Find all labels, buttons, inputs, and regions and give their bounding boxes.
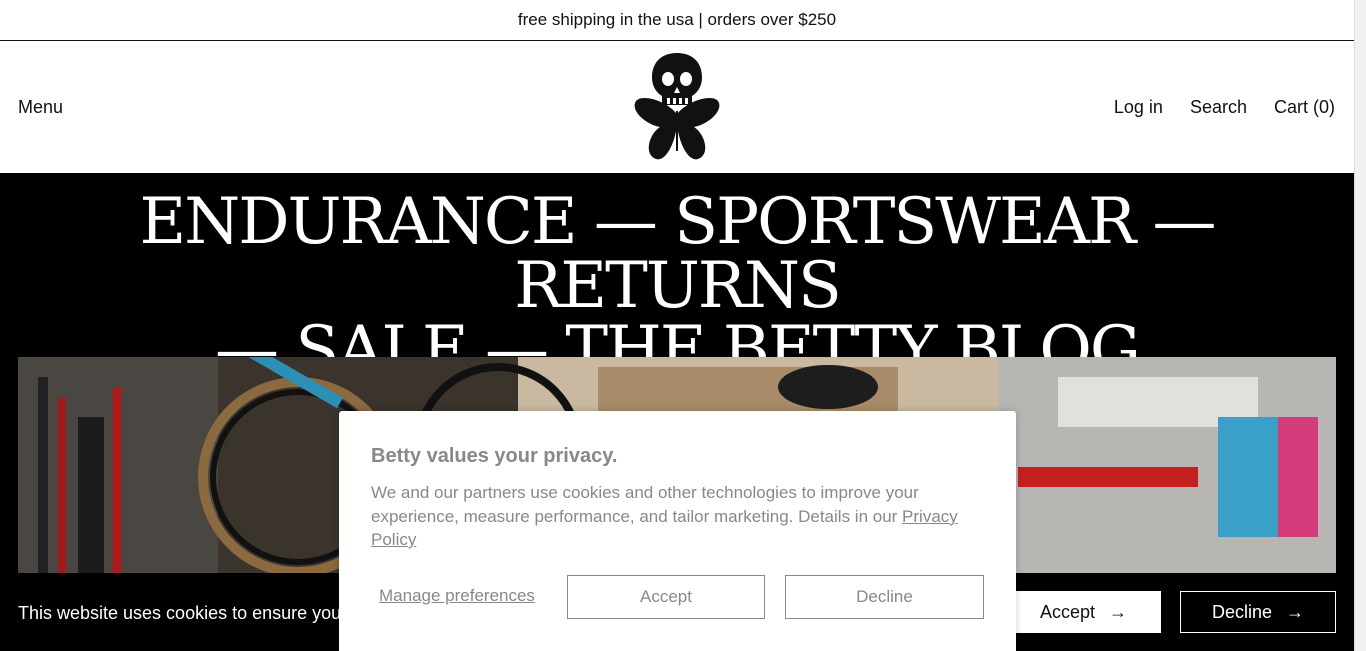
search-link[interactable]: Search	[1190, 97, 1247, 118]
privacy-modal-text: We and our partners use cookies and othe…	[371, 483, 919, 526]
page-scrollbar[interactable]	[1354, 0, 1366, 651]
arrow-right-icon: →	[1109, 601, 1128, 622]
announcement-text: free shipping in the usa | orders over $…	[517, 10, 837, 29]
arrow-right-icon: →	[1286, 601, 1305, 622]
announcement-bar: free shipping in the usa | orders over $…	[0, 0, 1354, 41]
cookie-decline-label: Decline	[1211, 601, 1273, 622]
menu-button[interactable]: Menu	[18, 97, 63, 118]
cookie-accept-label: Accept	[1039, 601, 1096, 622]
privacy-accept-button[interactable]: Accept	[567, 575, 765, 619]
header-actions: Log in Search Cart (0)	[1114, 97, 1335, 118]
cookie-banner-message: This website uses cookies to ensure you …	[18, 603, 357, 623]
login-link[interactable]: Log in	[1114, 97, 1163, 118]
site-header: Menu Log in Search Cart (0)	[0, 41, 1354, 173]
primary-nav: ENDURANCE — SPORTSWEAR — RETURNS — SALE …	[0, 190, 1354, 382]
privacy-decline-button[interactable]: Decline	[785, 575, 984, 619]
nav-separator: —	[593, 185, 658, 259]
nav-item-returns[interactable]: RETURNS	[514, 249, 842, 323]
nav-item-endurance[interactable]: ENDURANCE	[140, 185, 578, 259]
privacy-modal: Betty values your privacy. We and our pa…	[339, 411, 1016, 651]
cookie-accept-button[interactable]: Accept →	[1006, 591, 1161, 633]
cart-link[interactable]: Cart (0)	[1274, 97, 1335, 118]
cookie-decline-button[interactable]: Decline →	[1180, 591, 1336, 633]
manage-preferences-link[interactable]: Manage preferences	[379, 586, 535, 606]
privacy-modal-title: Betty values your privacy.	[371, 445, 618, 467]
nav-item-sportswear[interactable]: SPORTSWEAR	[674, 185, 1136, 259]
privacy-modal-body: We and our partners use cookies and othe…	[371, 481, 981, 552]
skull-butterfly-icon[interactable]	[634, 51, 720, 163]
nav-separator: —	[1152, 185, 1216, 259]
